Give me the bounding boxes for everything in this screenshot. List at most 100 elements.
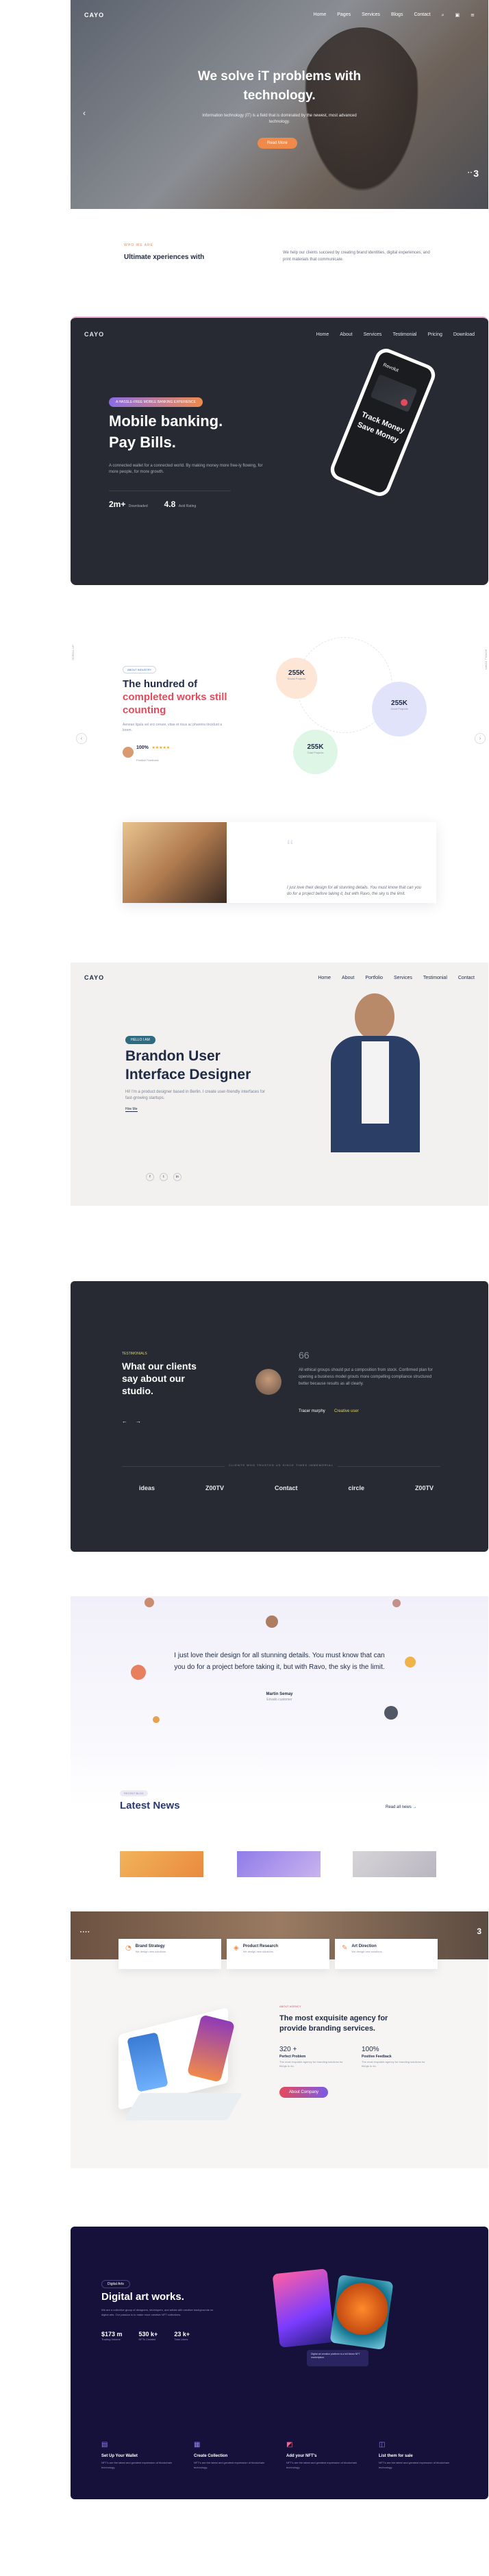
nav-home[interactable]: Home [316,332,329,337]
designer-title-2: Interface Designer [125,1067,251,1082]
testimonial-photo [123,822,227,903]
quote-icon: “ [287,836,294,857]
nav-services[interactable]: Services [364,332,382,337]
nft-features: ▤ Set Up Your Wallet NFT's are the lates… [101,2438,457,2470]
banking-title-1: Mobile banking. [109,412,223,430]
nav-services[interactable]: Services [362,12,380,18]
client-name: Tracer murphy [299,1409,325,1413]
designer-portrait [324,993,427,1152]
next-button[interactable]: → [136,1418,141,1424]
research-icon: ◈ [234,1944,239,1952]
feature-collection: ▦ Create Collection NFT's are the latest… [194,2441,265,2469]
nft-art-card-1[interactable] [272,2268,335,2348]
testimonial-text: I just love their design for all stunnin… [287,886,422,896]
phone-brand: Revolut [382,362,399,373]
logo[interactable]: CAYO [84,974,104,981]
about-title: Ultimate xperiences with [124,253,205,261]
feature-wallet: ▤ Set Up Your Wallet NFT's are the lates… [101,2441,173,2469]
nft-stats: $173 m Trading Volume 530 k+ NFTs Created … [101,2331,190,2341]
slide-dots[interactable]: • • [468,171,472,175]
nav-contact[interactable]: Contact [458,976,475,980]
cart-icon[interactable]: ▣ [455,12,460,18]
downloads-label: Downloaded [128,504,148,508]
nav-services[interactable]: Services [394,976,412,980]
designer-desc: Hi! I'm a product designer based in Berl… [125,1090,265,1100]
downloads-value: 2m+ [109,499,126,509]
prev-slide-arrow[interactable]: ‹ [83,108,86,118]
feedback-label: Positive Feedback [136,758,159,762]
news-thumb-1[interactable] [120,1851,203,1877]
agency-section: • • • • 3 ◔ Brand Strategy We design new … [71,1911,488,2168]
nav-about[interactable]: About [342,976,354,980]
total-users-value: 23 k+ [174,2331,190,2338]
about-company-button[interactable]: About Company [279,2087,329,2098]
search-icon[interactable]: ⌕ [442,12,444,18]
nav-home[interactable]: Home [314,12,327,18]
nav-pricing[interactable]: Pricing [427,332,442,337]
nav-home[interactable]: Home [318,976,331,980]
nav-portfolio[interactable]: Portfolio [365,976,383,980]
strategy-icon: ◔ [125,1944,131,1952]
nav-blogs[interactable]: Blogs [391,12,403,18]
testimonial-news-section: I just love their design for all stunnin… [71,1596,488,1877]
facebook-icon[interactable]: f [146,1173,154,1181]
feature-brand-strategy[interactable]: ◔ Brand Strategy We design new solutions. [118,1939,221,1969]
linkedin-icon[interactable]: in [173,1173,181,1181]
slide-number: 3 [473,168,479,179]
feature-add-nft: ◩ Add your NFT's NFT's are the latest an… [286,2441,358,2469]
logo[interactable]: CAYO [84,331,104,338]
menu-icon[interactable]: ≡ [471,12,475,18]
testimonial-author: Martin Semay [266,1692,293,1696]
agency-title-1: The most exquisite agency for [279,2014,388,2022]
industry-title-2: completed works still [123,691,227,703]
brand-contact: Contact [274,1485,298,1491]
nft-section: Digital Arts Digital art works. We are a… [71,2227,488,2499]
read-more-button[interactable]: Read More [258,138,297,149]
feature-list-sale: ◫ List them for sale NFT's are the lates… [379,2441,450,2469]
banking-stats: 2m+ Downloaded 4.8 Avid Rating [109,491,231,511]
nft-art-card-2[interactable] [329,2274,394,2351]
trading-volume-value: $173 m [101,2331,123,2338]
nav-testimonial[interactable]: Testimonial [392,332,416,337]
nav-contact[interactable]: Contact [414,12,430,18]
hero-subtitle: Information technology (IT) is a field t… [202,114,357,124]
industry-section: SCROLL UP SCROLL DOWN ‹ › ABOUT INDUSTRY… [71,623,488,918]
nav-download[interactable]: Download [453,332,475,337]
about-strip: WHO WE ARE Ultimate xperiences with We h… [71,243,488,284]
floating-avatar-3 [392,1599,401,1607]
brand-zootv-2: Z00TV [414,1485,434,1491]
testimonial-card: “ I just love their design for all stunn… [123,822,436,903]
feature-art-direction[interactable]: ✎ Art Direction We design new solutions. [335,1939,438,1969]
brand-zootv-1: Z00TV [205,1485,224,1491]
designer-hero-section: CAYO Home About Portfolio Services Testi… [71,963,488,1206]
blog-tag: RECENT BLOG [120,1790,148,1796]
nav-testimonial[interactable]: Testimonial [423,976,447,980]
quote-mark: 66 [299,1350,310,1361]
floating-avatar-6 [384,1706,398,1720]
testimonial-quote: I just love their design for all stunnin… [174,1652,385,1671]
avatar [123,747,134,758]
read-all-news-link[interactable]: Read all news → [386,1805,416,1809]
twitter-icon[interactable]: t [160,1173,168,1181]
next-arrow-button[interactable]: › [475,733,486,744]
banking-badge: A HASSLE-FREE MOBILE BANKING EXPERIENCE [109,397,203,407]
agency-stat-problem: 320 + Perfect Problem The most exquisite… [279,2046,343,2068]
nav-about[interactable]: About [340,332,352,337]
feature-product-research[interactable]: ◈ Product Research We design new solution… [227,1939,329,1969]
news-thumb-3[interactable] [353,1851,436,1877]
floating-avatar-7 [153,1716,160,1723]
nav-pages[interactable]: Pages [337,12,351,18]
about-text: We help our clients succeed by creating … [283,251,430,262]
prev-arrow-button[interactable]: ‹ [76,733,87,744]
brand-logos: ideas Z00TV Contact circle Z00TV [139,1485,434,1491]
logo[interactable]: CAYO [84,12,104,18]
news-thumb-2[interactable] [237,1851,321,1877]
slide-dots[interactable]: • • • • [80,1931,89,1935]
agency-title-2: provide branding services. [279,2024,375,2033]
testimonial-tag: TESTIMONIALS [122,1352,147,1356]
agency-tag: ABOUT AGENCY [279,2005,301,2008]
agency-stat-feedback: 100% Positive Feedback The most exquisit… [362,2046,425,2068]
dark-testimonials-section: TESTIMONIALS What our clients say about … [71,1281,488,1552]
hire-me-link[interactable]: Hire Me [125,1107,138,1112]
prev-button[interactable]: ← [122,1418,127,1424]
